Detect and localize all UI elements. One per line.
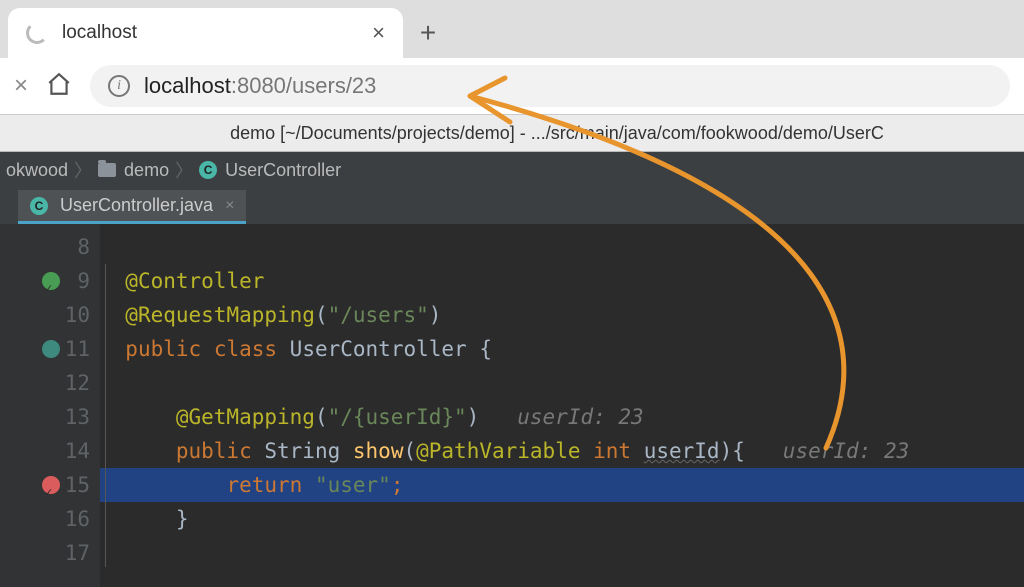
site-info-icon[interactable]: i: [108, 75, 130, 97]
crumb-item[interactable]: UserController: [225, 160, 341, 181]
ide-window-title: demo [~/Documents/projects/demo] - .../s…: [0, 115, 1024, 152]
tab-title: localhost: [62, 22, 358, 44]
loading-spinner-icon: [26, 22, 48, 44]
stop-reload-icon[interactable]: ×: [14, 72, 28, 100]
gutter-breakpoint-icon[interactable]: [42, 476, 60, 494]
address-bar: × i localhost:8080/users/23: [0, 58, 1024, 115]
editor-tab[interactable]: C UserController.java ×: [18, 190, 246, 224]
inlay-hint: userId: 23: [479, 405, 643, 429]
line-number: 17: [65, 536, 90, 570]
line-number: 13: [65, 400, 90, 434]
chevron-right-icon: 〉: [175, 157, 193, 183]
code-editor[interactable]: 8 9 10 11 12 13 14 15 16 17 @Controller …: [0, 224, 1024, 587]
new-tab-button[interactable]: +: [403, 8, 453, 58]
chevron-right-icon: 〉: [74, 157, 92, 183]
fold-column: [100, 224, 114, 587]
line-number: 10: [65, 298, 90, 332]
line-number: 11: [65, 332, 90, 366]
gutter-bean-icon[interactable]: [42, 340, 60, 358]
browser-tab-strip: localhost × +: [0, 0, 1024, 58]
code-area[interactable]: @Controller @RequestMapping("/users") pu…: [100, 224, 1024, 587]
line-number: 12: [65, 366, 90, 400]
crumb-item[interactable]: demo: [124, 160, 169, 181]
line-number: 15: [65, 468, 90, 502]
breadcrumb: okwood 〉 demo 〉 C UserController: [0, 152, 1024, 188]
line-number: 14: [65, 434, 90, 468]
home-icon[interactable]: [46, 71, 72, 102]
gutter-run-icon[interactable]: [42, 272, 60, 290]
inlay-hint: userId: 23: [745, 439, 909, 463]
gutter: 8 9 10 11 12 13 14 15 16 17: [0, 224, 100, 587]
close-icon[interactable]: ×: [225, 197, 234, 215]
class-icon: C: [30, 197, 48, 215]
url-text: localhost:8080/users/23: [144, 73, 376, 99]
line-number: 16: [65, 502, 90, 536]
editor-tab-strip: C UserController.java ×: [0, 188, 1024, 224]
tab-close-icon[interactable]: ×: [372, 20, 385, 46]
editor-tab-label: UserController.java: [60, 195, 213, 216]
browser-tab[interactable]: localhost ×: [8, 8, 403, 58]
crumb-item[interactable]: okwood: [6, 160, 68, 181]
line-number: 8: [77, 230, 90, 264]
folder-icon: [98, 163, 116, 177]
line-number: 9: [77, 264, 90, 298]
class-icon: C: [199, 161, 217, 179]
url-input[interactable]: i localhost:8080/users/23: [90, 65, 1010, 107]
